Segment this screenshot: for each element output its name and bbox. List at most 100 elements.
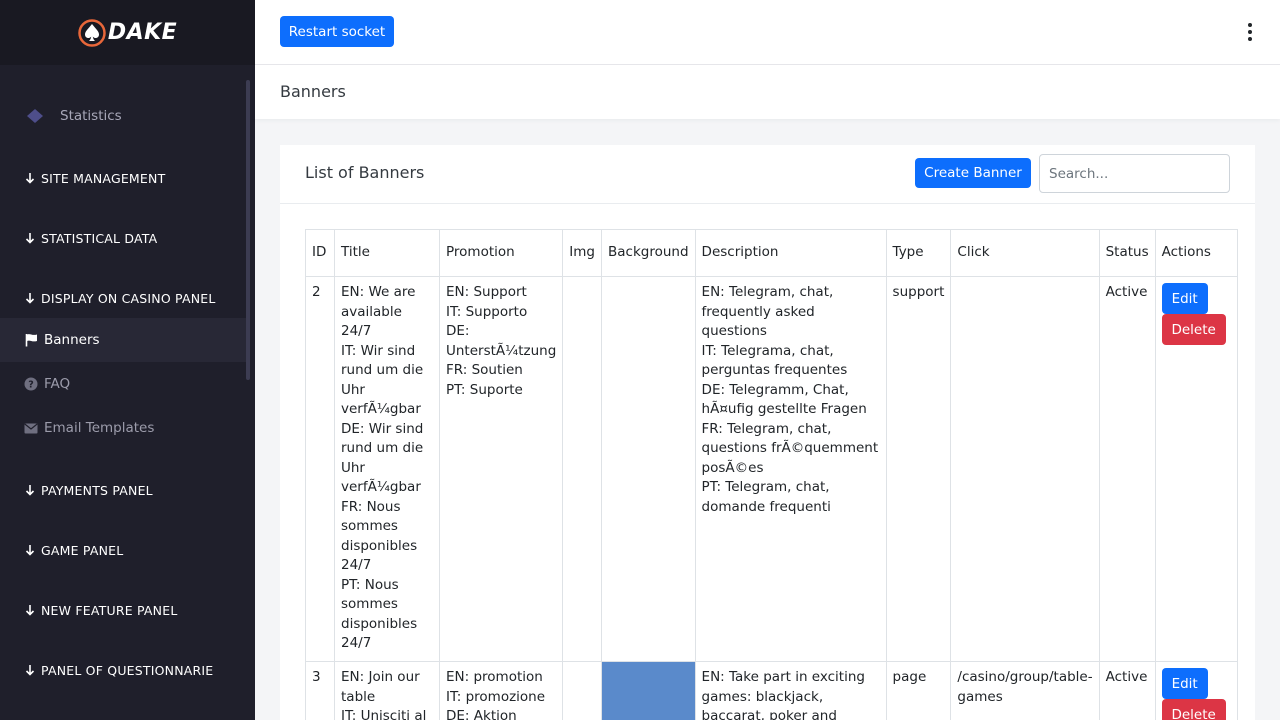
create-banner-button[interactable]: Create Banner <box>915 158 1031 188</box>
sidebar: DAKE Statistics SITE MANAGEMENT STATISTI… <box>0 0 255 720</box>
cell-actions: Edit Delete <box>1154 276 1238 662</box>
column-header-description[interactable]: Description <box>694 229 887 277</box>
description-line: EN: Telegram, chat, frequently asked que… <box>701 284 834 339</box>
svg-text:?: ? <box>28 380 34 391</box>
column-header-id[interactable]: ID <box>305 229 335 277</box>
cell-background <box>601 276 696 662</box>
sidebar-scrollbar[interactable] <box>246 80 250 380</box>
arrow-down-icon <box>24 484 36 496</box>
banners-table: ID Title Promotion Img Background Descri… <box>305 229 1238 720</box>
description-line: EN: Take part in exciting games: blackja… <box>701 669 865 720</box>
cell-type: page <box>885 661 952 720</box>
sidebar-section-label: GAME PANEL <box>41 542 124 558</box>
cell-title: EN: Join our table IT: Unisciti al <box>334 661 440 720</box>
promotion-line: DE: Aktion <box>446 708 517 720</box>
description-line: PT: Telegram, chat, domande frequenti <box>701 479 831 515</box>
envelope-icon <box>24 421 38 435</box>
sidebar-header: DAKE <box>0 0 255 65</box>
cell-actions: Edit Delete <box>1154 661 1238 720</box>
promotion-line: PT: Suporte <box>446 381 523 398</box>
search-input[interactable] <box>1039 154 1230 193</box>
promotion-line: DE: UnterstÃ¼tzung <box>446 323 557 359</box>
page-title: Banners <box>280 82 346 101</box>
sidebar-item-email-templates[interactable]: Email Templates <box>0 418 246 438</box>
sidebar-item-banners[interactable]: Banners <box>0 318 246 362</box>
sidebar-section-label: SITE MANAGEMENT <box>41 170 166 186</box>
sidebar-section-game-panel[interactable]: GAME PANEL <box>0 540 246 560</box>
restart-socket-button[interactable]: Restart socket <box>280 16 394 47</box>
delete-button[interactable]: Delete <box>1161 314 1226 345</box>
column-header-background[interactable]: Background <box>601 229 696 277</box>
promotion-line: EN: promotion <box>446 669 543 685</box>
sidebar-section-label: PAYMENTS PANEL <box>41 482 153 498</box>
promotion-line: IT: Supporto <box>446 303 528 320</box>
title-line: DE: Wir sind rund um die Uhr verfÃ¼gbar <box>341 420 424 496</box>
table-row: 2 EN: We are available 24/7 IT: Wir sind… <box>305 276 1238 662</box>
arrow-down-icon <box>24 172 36 184</box>
brand-name: DAKE <box>107 20 178 45</box>
title-line: IT: Wir sind rund um die Uhr verfÃ¼gbar <box>341 342 424 418</box>
title-line: EN: Join our table <box>341 669 420 705</box>
arrow-down-icon <box>24 232 36 244</box>
promotion-line: IT: promozione <box>446 688 546 705</box>
cell-click <box>950 276 1100 662</box>
logo[interactable]: DAKE <box>78 18 178 47</box>
sidebar-item-faq[interactable]: ? FAQ <box>0 374 246 394</box>
title-line: PT: Nous sommes disponibles 24/7 <box>341 576 418 652</box>
sidebar-section-site-management[interactable]: SITE MANAGEMENT <box>0 168 246 188</box>
column-header-type[interactable]: Type <box>885 229 952 277</box>
sidebar-section-label: STATISTICAL DATA <box>41 230 158 246</box>
sidebar-section-statistical-data[interactable]: STATISTICAL DATA <box>0 228 246 248</box>
sidebar-section-label: DISPLAY ON CASINO PANEL <box>41 290 216 306</box>
title-line: EN: We are available 24/7 <box>341 284 416 339</box>
title-line: IT: Unisciti al <box>341 708 427 720</box>
cell-background <box>601 661 696 720</box>
background-swatch <box>602 662 695 720</box>
banners-card: List of Banners Create Banner ID Title P… <box>280 145 1255 720</box>
kebab-menu-icon[interactable] <box>1240 22 1260 42</box>
description-line: IT: Telegrama, chat, perguntas frequente… <box>701 342 848 379</box>
flag-icon <box>24 333 38 347</box>
arrow-down-icon <box>24 604 36 616</box>
column-header-promotion[interactable]: Promotion <box>438 229 564 277</box>
top-bar: Restart socket <box>255 0 1280 65</box>
diamond-icon <box>27 109 43 123</box>
column-header-status[interactable]: Status <box>1098 229 1156 277</box>
sidebar-item-label: Banners <box>44 332 100 348</box>
column-header-actions: Actions <box>1154 229 1238 277</box>
cell-id: 3 <box>305 661 335 720</box>
page-header: Banners <box>255 65 1280 119</box>
question-circle-icon: ? <box>24 377 38 391</box>
sidebar-item-label: FAQ <box>44 376 71 392</box>
sidebar-item-statistics[interactable]: Statistics <box>0 104 246 128</box>
cell-promotion: EN: Support IT: Supporto DE: UnterstÃ¼tz… <box>438 276 564 662</box>
column-header-click[interactable]: Click <box>950 229 1100 277</box>
sidebar-section-payments-panel[interactable]: PAYMENTS PANEL <box>0 480 246 500</box>
cell-promotion: EN: promotion IT: promozione DE: Aktion <box>438 661 564 720</box>
edit-button[interactable]: Edit <box>1161 283 1208 314</box>
sidebar-section-display-on-casino-panel[interactable]: DISPLAY ON CASINO PANEL <box>0 288 246 308</box>
description-line: FR: Telegram, chat, questions frÃ©quemme… <box>701 420 879 476</box>
card-title: List of Banners <box>305 163 425 182</box>
arrow-down-icon <box>24 292 36 304</box>
column-header-img[interactable]: Img <box>562 229 602 277</box>
cell-id: 2 <box>305 276 335 662</box>
arrow-down-icon <box>24 664 36 676</box>
promotion-line: EN: Support <box>446 284 527 300</box>
sidebar-section-panel-of-questionnarie[interactable]: PANEL OF QUESTIONNARIE <box>0 660 246 680</box>
sidebar-item-label: Statistics <box>60 108 122 124</box>
sidebar-section-label: NEW FEATURE PANEL <box>41 602 178 618</box>
cell-type: support <box>885 276 952 662</box>
cell-description: EN: Telegram, chat, frequently asked que… <box>694 276 887 662</box>
cell-img <box>562 276 602 662</box>
sidebar-section-new-feature-panel[interactable]: NEW FEATURE PANEL <box>0 600 246 620</box>
column-header-title[interactable]: Title <box>334 229 440 277</box>
delete-button[interactable]: Delete <box>1161 699 1226 720</box>
edit-button[interactable]: Edit <box>1161 668 1208 699</box>
table-row: 3 EN: Join our table IT: Unisciti al EN:… <box>305 661 1238 720</box>
title-line: FR: Nous sommes disponibles 24/7 <box>341 498 418 574</box>
spade-logo-icon <box>78 18 106 47</box>
arrow-down-icon <box>24 544 36 556</box>
sidebar-item-label: Email Templates <box>44 420 155 436</box>
cell-title: EN: We are available 24/7 IT: Wir sind r… <box>334 276 440 662</box>
